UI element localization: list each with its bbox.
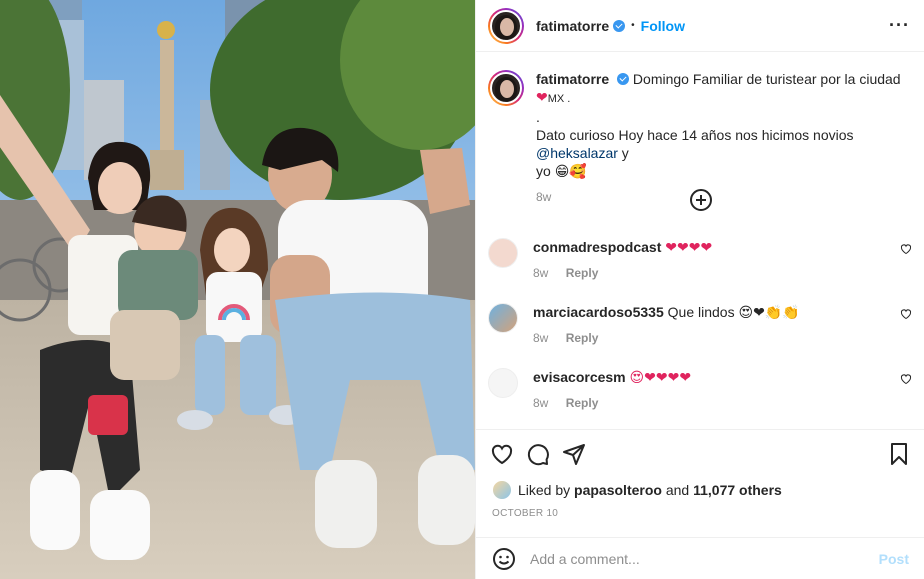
likes-count[interactable]: 11,077 others <box>693 482 782 498</box>
post-photo[interactable] <box>0 0 475 579</box>
caption-line-2: . <box>536 109 540 125</box>
family-photo-illustration <box>0 0 475 579</box>
instagram-post: fatimatorre • Follow ··· fatimatorre Dom… <box>0 0 924 579</box>
comment-item: conmadrespodcast ❤❤❤❤ 8w Reply <box>488 238 913 282</box>
comment-avatar[interactable] <box>488 238 518 268</box>
post-date[interactable]: OCTOBER 10 <box>492 508 558 519</box>
mention-link[interactable]: @heksalazar <box>536 145 618 161</box>
post-header: fatimatorre • Follow ··· <box>476 0 924 52</box>
add-comment-bar: Add a comment... Post <box>476 537 924 579</box>
caption-avatar[interactable] <box>488 70 524 106</box>
caption-meta: 8w <box>536 188 906 206</box>
more-options-icon[interactable]: ··· <box>889 15 910 36</box>
verified-badge-icon <box>613 19 626 32</box>
reply-button[interactable]: Reply <box>566 396 599 410</box>
grin-emoji-icon: 😁🥰 <box>554 163 587 179</box>
caption-line-3: Dato curioso Hoy hace 14 años nos hicimo… <box>536 127 854 143</box>
liker-username[interactable]: papasolteroo <box>574 482 662 498</box>
reply-button[interactable]: Reply <box>566 266 599 280</box>
comment-avatar[interactable] <box>488 368 518 398</box>
comment-avatar[interactable] <box>488 303 518 333</box>
caption-text: fatimatorre Domingo Familiar de turistea… <box>536 70 906 206</box>
like-comment-heart-icon[interactable] <box>900 373 912 385</box>
likes-prefix: Liked by <box>518 482 571 498</box>
load-more-comments-icon[interactable] <box>690 189 712 211</box>
comment-username[interactable]: evisacorcesm <box>533 369 626 385</box>
caption-username[interactable]: fatimatorre <box>536 71 609 87</box>
comment-username[interactable]: marciacardoso5335 <box>533 304 664 320</box>
post-action-bar <box>476 429 924 479</box>
comment-input[interactable]: Add a comment... <box>530 551 879 567</box>
comment-time[interactable]: 8w <box>533 331 548 345</box>
author-username[interactable]: fatimatorre <box>536 18 609 34</box>
post-comment-button[interactable]: Post <box>879 551 909 567</box>
emoji-smiley-icon[interactable] <box>492 547 516 571</box>
caption-line-3-end: y <box>617 145 629 161</box>
comment-text: Que lindos 😍❤👏👏 <box>667 304 800 320</box>
comment-text: ❤❤❤❤ <box>665 239 713 255</box>
liker-avatar[interactable] <box>492 480 512 500</box>
separator-dot: • <box>631 20 635 31</box>
caption-time[interactable]: 8w <box>536 190 551 204</box>
caption-line-1: Domingo Familiar de turistear por la ciu… <box>632 71 901 87</box>
comment-item: marciacardoso5335 Que lindos 😍❤👏👏 8w Rep… <box>488 303 913 347</box>
follow-button[interactable]: Follow <box>641 18 685 34</box>
comment-bubble-icon[interactable] <box>526 442 550 466</box>
post-caption: fatimatorre Domingo Familiar de turistea… <box>476 52 924 206</box>
comment-username[interactable]: conmadrespodcast <box>533 239 661 255</box>
comment-item: evisacorcesm 😍❤❤❤❤ 8w Reply <box>488 368 913 412</box>
verified-badge-icon <box>617 73 630 85</box>
reply-button[interactable]: Reply <box>566 331 599 345</box>
author-avatar[interactable] <box>488 7 524 44</box>
like-comment-heart-icon[interactable] <box>900 243 912 255</box>
like-heart-icon[interactable] <box>490 442 514 466</box>
comment-time[interactable]: 8w <box>533 266 548 280</box>
post-side-panel: fatimatorre • Follow ··· fatimatorre Dom… <box>475 0 924 579</box>
likes-summary: Liked by papasolteroo and 11,077 others <box>492 480 782 500</box>
likes-and: and <box>665 482 690 498</box>
share-paper-plane-icon[interactable] <box>562 442 586 466</box>
like-comment-heart-icon[interactable] <box>900 308 912 320</box>
caption-line-4: yo <box>536 163 551 179</box>
caption-line-1-suffix: MX . <box>547 93 571 105</box>
save-bookmark-icon[interactable] <box>887 442 911 466</box>
red-heart-emoji-icon: ❤ <box>536 89 548 105</box>
comment-text: 😍❤❤❤❤ <box>629 369 692 385</box>
comment-time[interactable]: 8w <box>533 396 548 410</box>
